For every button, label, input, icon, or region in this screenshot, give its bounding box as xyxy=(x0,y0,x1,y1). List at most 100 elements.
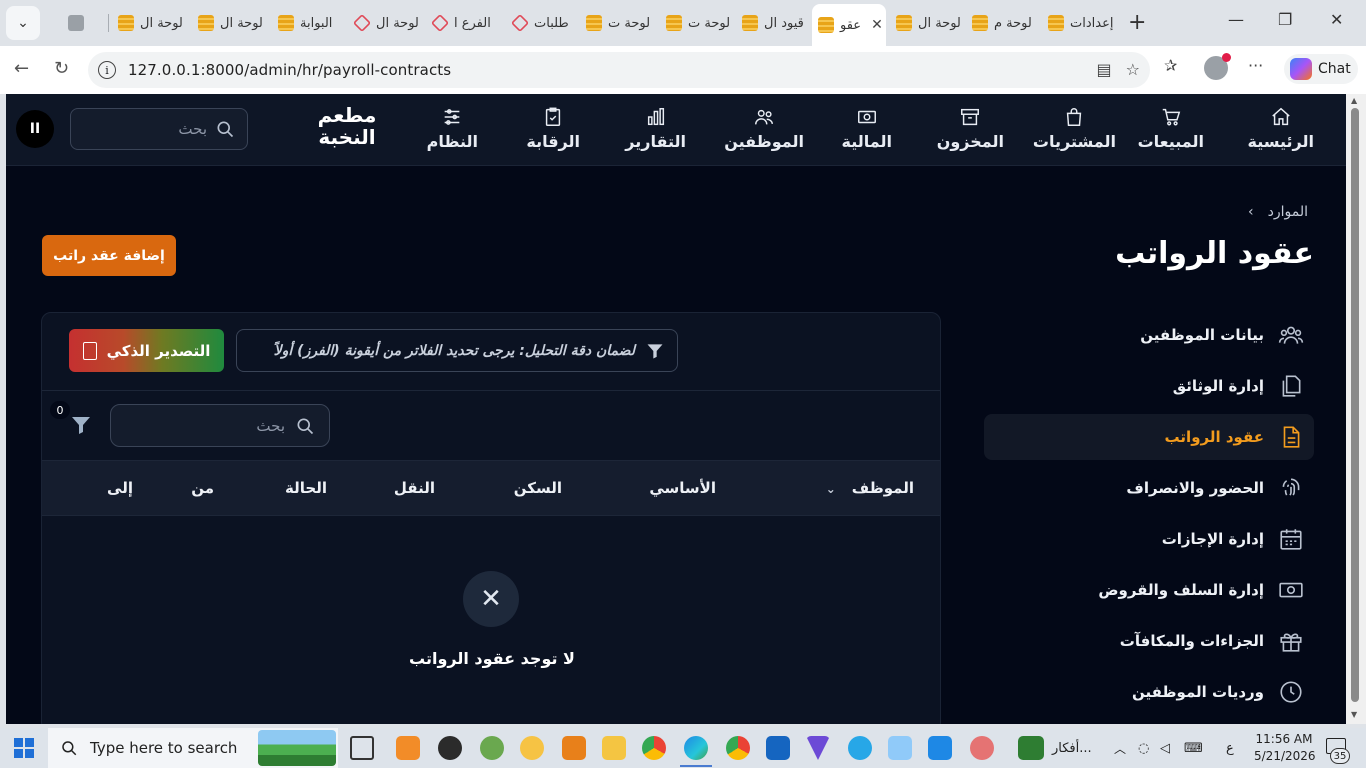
nav-item-home[interactable]: الرئيسية xyxy=(1248,106,1314,151)
back-icon[interactable]: ← xyxy=(14,58,29,79)
url-text[interactable]: 127.0.0.1:8000/admin/hr/payroll-contract… xyxy=(128,61,451,79)
page-scrollbar[interactable]: ▲ ▼ xyxy=(1346,94,1366,724)
browser-tab[interactable]: لوحة ال xyxy=(890,8,966,38)
close-tab-icon[interactable]: ✕ xyxy=(871,17,883,33)
browser-tab[interactable]: طلبات xyxy=(506,8,580,38)
chevron-up-icon[interactable]: ︿ xyxy=(1114,728,1126,768)
minimize-icon[interactable]: — xyxy=(1228,10,1244,29)
app-icon[interactable] xyxy=(562,736,586,760)
file-explorer-icon[interactable] xyxy=(602,736,626,760)
column-header-housing[interactable]: السكن xyxy=(514,479,562,497)
nav-item-inventory[interactable]: المخزون xyxy=(937,106,1004,151)
nav-item-reports[interactable]: التقارير xyxy=(625,106,686,151)
browser-tab[interactable]: لوحة ت xyxy=(580,8,660,38)
pause-button[interactable]: II xyxy=(16,110,54,148)
browser-tab[interactable]: إعدادات xyxy=(1042,8,1120,38)
column-header-transport[interactable]: النقل xyxy=(394,479,435,497)
app-icon[interactable] xyxy=(520,736,544,760)
edge-icon[interactable] xyxy=(684,736,708,760)
address-bar[interactable]: i 127.0.0.1:8000/admin/hr/payroll-contra… xyxy=(88,52,1150,88)
nav-item-sales[interactable]: المبيعات xyxy=(1138,106,1204,151)
browser-tab[interactable]: لوحة ال xyxy=(348,8,426,38)
chrome-icon[interactable] xyxy=(726,736,750,760)
app-icon[interactable] xyxy=(766,736,790,760)
reload-icon[interactable]: ↻ xyxy=(54,58,69,79)
network-icon[interactable]: ◌ xyxy=(1138,728,1149,768)
stack-icon xyxy=(972,15,988,31)
app-icon[interactable] xyxy=(970,736,994,760)
browser-tab[interactable]: لوحة ال xyxy=(112,8,192,38)
browser-tab[interactable]: لوحة ال xyxy=(192,8,272,38)
clock[interactable]: 11:56 AM 5/21/2026 xyxy=(1254,731,1316,765)
stack-icon xyxy=(666,15,682,31)
scrollbar-thumb[interactable] xyxy=(1351,108,1359,702)
telegram-icon[interactable] xyxy=(848,736,872,760)
payroll-contracts-table-card: لضمان دقة التحليل: يرجى تحديد الفلاتر من… xyxy=(41,312,941,724)
users-icon xyxy=(1278,326,1304,344)
browser-tab[interactable]: لوحة م xyxy=(966,8,1042,38)
nav-item-purchases[interactable]: المشتريات xyxy=(1033,106,1116,151)
filter-button[interactable] xyxy=(67,413,93,439)
profile-avatar[interactable] xyxy=(1204,53,1231,80)
app-icon[interactable] xyxy=(480,736,504,760)
sidebar-item-penalties-rewards[interactable]: الجزاءات والمكافآت xyxy=(984,618,1314,664)
sidebar-item-shifts[interactable]: ورديات الموظفين xyxy=(984,669,1314,715)
filter-hint: لضمان دقة التحليل: يرجى تحديد الفلاتر من… xyxy=(236,329,678,372)
task-view-icon[interactable] xyxy=(350,736,374,760)
new-tab-icon[interactable]: + xyxy=(1128,10,1146,35)
windows-start-icon[interactable] xyxy=(14,738,34,758)
sidebar-item-advances-loans[interactable]: إدارة السلف والقروض xyxy=(984,567,1314,613)
sidebar-item-leaves[interactable]: إدارة الإجازات xyxy=(984,516,1314,562)
favorite-star-icon[interactable]: ☆ xyxy=(1126,60,1140,79)
column-header-from[interactable]: من xyxy=(191,479,214,497)
sidebar-item-attendance[interactable]: الحضور والانصراف xyxy=(984,465,1314,511)
column-header-to[interactable]: إلى xyxy=(107,479,133,497)
chrome-icon[interactable] xyxy=(642,736,666,760)
column-header-status[interactable]: الحالة xyxy=(285,479,327,497)
nav-search-input[interactable]: بحث xyxy=(70,108,248,150)
xampp-icon[interactable] xyxy=(396,736,420,760)
nav-item-finance[interactable]: المالية xyxy=(842,106,892,151)
scroll-down-icon[interactable]: ▼ xyxy=(1351,710,1357,719)
more-menu-icon[interactable]: ··· xyxy=(1248,56,1263,75)
browser-tab[interactable]: البوابة xyxy=(272,8,348,38)
nav-item-audit[interactable]: الرقابة xyxy=(526,106,580,151)
document-text-icon xyxy=(1283,426,1300,448)
stack-icon xyxy=(896,15,912,31)
table-search-input[interactable]: بحث xyxy=(110,404,330,447)
column-header-basic[interactable]: الأساسي xyxy=(649,479,716,497)
language-indicator[interactable]: ع xyxy=(1226,728,1234,768)
restore-icon[interactable]: ❐ xyxy=(1278,10,1292,29)
tab-overflow[interactable] xyxy=(62,8,102,38)
app-icon[interactable] xyxy=(888,736,912,760)
column-header-employee[interactable]: الموظف⌄ xyxy=(826,479,914,497)
volume-icon[interactable]: ◁ xyxy=(1160,728,1170,768)
smart-export-button[interactable]: التصدير الذكي xyxy=(69,329,224,372)
add-payroll-contract-button[interactable]: إضافة عقد راتب xyxy=(42,235,176,276)
keyboard-icon[interactable]: ⌨ xyxy=(1184,728,1203,768)
sidebar-item-documents[interactable]: إدارة الوثائق xyxy=(984,363,1314,409)
copilot-chat-button[interactable]: Chat xyxy=(1284,54,1358,84)
app-icon[interactable] xyxy=(806,736,830,760)
close-window-icon[interactable]: ✕ xyxy=(1330,10,1343,29)
scroll-up-icon[interactable]: ▲ xyxy=(1351,96,1357,105)
brand-logo[interactable]: مطعم النخبة xyxy=(312,104,382,148)
laravel-icon xyxy=(430,13,450,33)
favorites-icon[interactable]: ✰ xyxy=(1164,56,1177,75)
browser-tab[interactable]: قيود ال xyxy=(736,8,812,38)
site-info-icon[interactable]: i xyxy=(98,61,116,79)
breadcrumb-item-hr[interactable]: الموارد xyxy=(1268,204,1308,220)
reader-mode-icon[interactable]: ▤ xyxy=(1097,60,1112,79)
app-icon[interactable] xyxy=(1018,736,1044,760)
browser-tab-active[interactable]: عقو ✕ xyxy=(812,4,886,46)
nav-item-system[interactable]: النظام xyxy=(427,106,478,151)
browser-tab[interactable]: الفرع ا xyxy=(426,8,506,38)
sidebar-item-employee-data[interactable]: بيانات الموظفين xyxy=(984,312,1314,358)
tray-app-label[interactable]: أفكار... xyxy=(1052,728,1092,768)
vscode-icon[interactable] xyxy=(928,736,952,760)
browser-tab[interactable]: لوحة ت xyxy=(660,8,736,38)
sidebar-item-payroll-contracts[interactable]: عقود الرواتب xyxy=(984,414,1314,460)
github-icon[interactable] xyxy=(438,736,462,760)
tab-search-button[interactable]: ⌄ xyxy=(6,6,40,40)
nav-item-employees[interactable]: الموظفين xyxy=(724,106,804,151)
